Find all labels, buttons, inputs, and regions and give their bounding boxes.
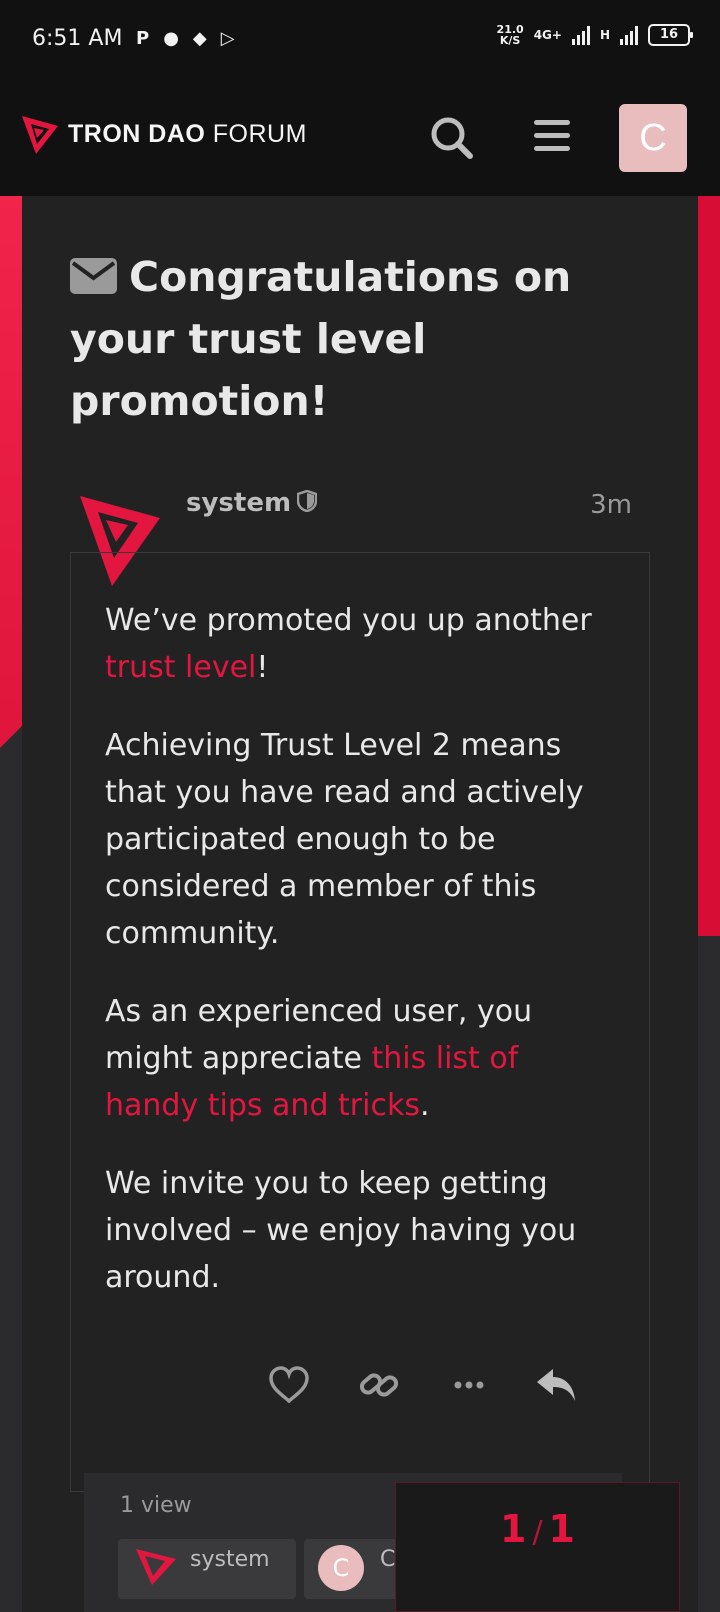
search-icon[interactable] [430,116,474,160]
post-actions [267,1363,607,1413]
signal-icon-2 [620,25,638,45]
avatar: C [318,1545,364,1591]
signal-icon [571,25,590,45]
more-options-icon[interactable] [447,1363,491,1407]
post-paragraph: As an experienced user, you might apprec… [105,994,533,1123]
status-bar: 6:51 AM P ● ◆ ▷ 21.0 K/S 4G+ H 16 [0,0,720,80]
post-content: We’ve promoted you up another trust leve… [105,597,615,1332]
view-count: 1 view [120,1493,192,1518]
network-type: 4G+ [533,28,562,42]
site-title[interactable]: TRON DAO FORUM [68,120,307,149]
chat-icon: ● [163,28,179,49]
system-avatar-small [136,1549,176,1585]
status-right: 21.0 K/S 4G+ H 16 [496,23,693,47]
reply-icon[interactable] [535,1363,579,1407]
notification-icons: P ● ◆ ▷ [136,28,235,50]
post-username[interactable]: system [186,488,318,518]
status-time: 6:51 AM [32,26,123,51]
play-store-icon: ▷ [220,28,235,49]
hamburger-menu-icon[interactable] [534,120,570,154]
copy-link-icon[interactable] [357,1363,401,1407]
android-icon: ◆ [192,28,207,49]
topic-title: Congratulations on your trust level prom… [70,253,572,425]
topic-container: Congratulations on your trust level prom… [22,196,698,1612]
post-date[interactable]: 3m [590,490,632,520]
battery-icon: 16 [648,24,693,46]
post-paragraph: We invite you to keep getting involved –… [105,1166,577,1295]
envelope-icon [70,258,117,294]
tron-logo-icon[interactable] [22,116,58,154]
network-type-2: H [599,28,610,42]
post-body: We’ve promoted you up another trust leve… [70,552,650,1492]
trust-level-link[interactable]: trust level [105,650,256,685]
network-speed: 21.0 K/S [496,23,524,47]
shield-icon [297,490,318,512]
paypal-icon: P [136,28,150,49]
post-paragraph: Achieving Trust Level 2 means that you h… [105,728,584,951]
accent-stripe-right [698,196,720,936]
topic-progress[interactable]: 1/1 [395,1482,680,1612]
post-paragraph: We’ve promoted you up another trust leve… [105,603,592,685]
like-heart-icon[interactable] [267,1363,311,1407]
site-header: TRON DAO FORUM C [0,80,720,196]
page-content: Congratulations on your trust level prom… [0,196,720,1612]
participant-chip[interactable]: system [118,1539,296,1599]
accent-stripe-left [0,196,22,748]
user-avatar[interactable]: C [619,104,687,172]
